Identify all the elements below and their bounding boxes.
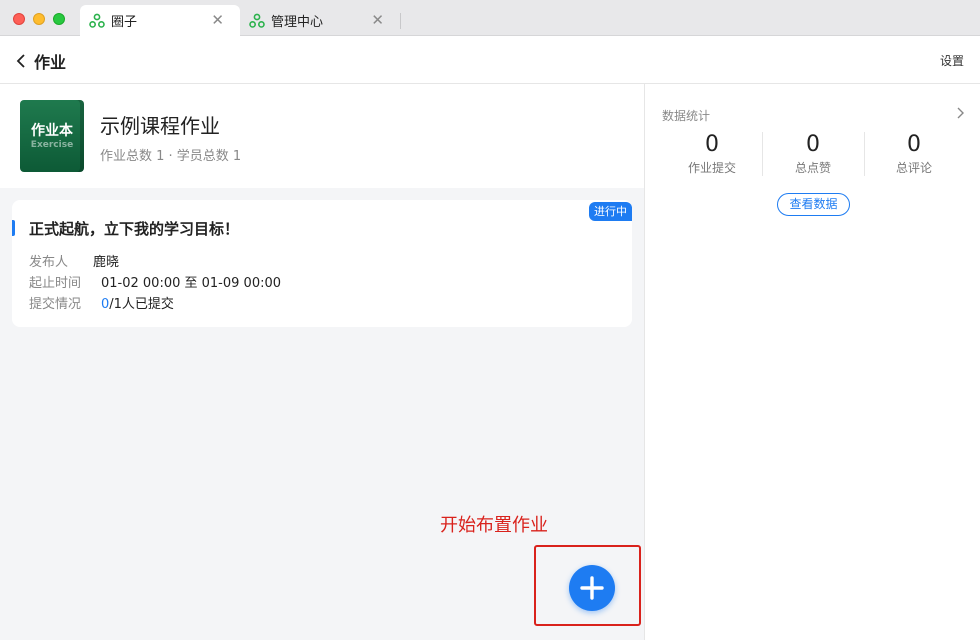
minimize-window-button[interactable]	[33, 13, 45, 25]
submit-value: 0/1人已提交	[101, 293, 174, 312]
main-panel: 作业本 Exercise 示例课程作业 作业总数 1 · 学员总数 1 正式起航…	[0, 84, 644, 640]
stats-panel: 数据统计 0 作业提交 0 总点赞 0 总评论 查看数据	[644, 84, 980, 640]
stat-label: 总点赞	[794, 161, 831, 175]
close-icon[interactable]: ✕	[211, 12, 224, 28]
close-icon[interactable]: ✕	[371, 12, 384, 28]
back-button[interactable]: 作业	[16, 49, 66, 73]
chevron-left-icon	[16, 54, 25, 68]
course-title: 示例课程作业	[100, 114, 220, 138]
card-accent-bar	[12, 220, 15, 236]
page-header: 作业 设置	[0, 36, 980, 84]
circle-group-icon	[249, 13, 265, 28]
close-window-button[interactable]	[13, 13, 25, 25]
publisher-row: 发布人 鹿晓	[29, 251, 119, 270]
time-row: 起止时间 01-02 00:00 至 01-09 00:00	[29, 272, 281, 291]
tab-label: 管理中心	[271, 15, 324, 30]
stat-submissions: 0 作业提交	[662, 132, 762, 176]
tab-label: 圈子	[111, 15, 138, 30]
plus-icon	[580, 576, 604, 600]
publisher-value: 鹿晓	[93, 255, 120, 270]
stat-value: 0	[907, 132, 921, 157]
time-value: 01-02 00:00 至 01-09 00:00	[101, 276, 282, 291]
tab-admin-center[interactable]: 管理中心 ✕	[240, 5, 400, 36]
annotation-text: 开始布置作业	[440, 515, 548, 536]
circle-group-icon	[89, 13, 105, 28]
status-badge: 进行中	[589, 202, 632, 221]
tab-divider	[400, 13, 401, 29]
stat-label: 作业提交	[687, 161, 736, 175]
assignment-title: 正式起航，立下我的学习目标！	[29, 220, 240, 238]
time-label: 起止时间	[29, 276, 82, 291]
add-assignment-button[interactable]	[569, 565, 615, 611]
course-info: 作业本 Exercise 示例课程作业 作业总数 1 · 学员总数 1	[0, 84, 644, 188]
cover-title: 作业本	[31, 123, 73, 139]
zoom-window-button[interactable]	[53, 13, 65, 25]
stats-title: 数据统计	[662, 109, 711, 123]
stat-value: 0	[806, 132, 820, 157]
stat-value: 0	[705, 132, 719, 157]
tab-circle[interactable]: 圈子 ✕	[80, 5, 240, 36]
submit-label: 提交情况	[29, 297, 82, 312]
view-data-button[interactable]: 查看数据	[777, 193, 850, 216]
assignment-card[interactable]: 正式起航，立下我的学习目标！ 进行中 发布人 鹿晓 起止时间 01-02 00:…	[12, 200, 632, 327]
chevron-right-icon[interactable]	[956, 107, 964, 119]
submit-total: /1人已提交	[109, 297, 174, 312]
stat-label: 总评论	[895, 161, 932, 175]
window-titlebar: 圈子 ✕ 管理中心 ✕	[0, 0, 980, 36]
publisher-label: 发布人	[29, 255, 69, 270]
course-meta: 作业总数 1 · 学员总数 1	[100, 149, 242, 164]
page-title: 作业	[34, 53, 67, 72]
stat-likes: 0 总点赞	[763, 132, 863, 176]
settings-link[interactable]: 设置	[940, 52, 964, 69]
submit-row: 提交情况 0/1人已提交	[29, 293, 174, 312]
course-cover: 作业本 Exercise	[20, 100, 84, 172]
stat-comments: 0 总评论	[864, 132, 964, 176]
cover-subtitle: Exercise	[30, 140, 74, 150]
